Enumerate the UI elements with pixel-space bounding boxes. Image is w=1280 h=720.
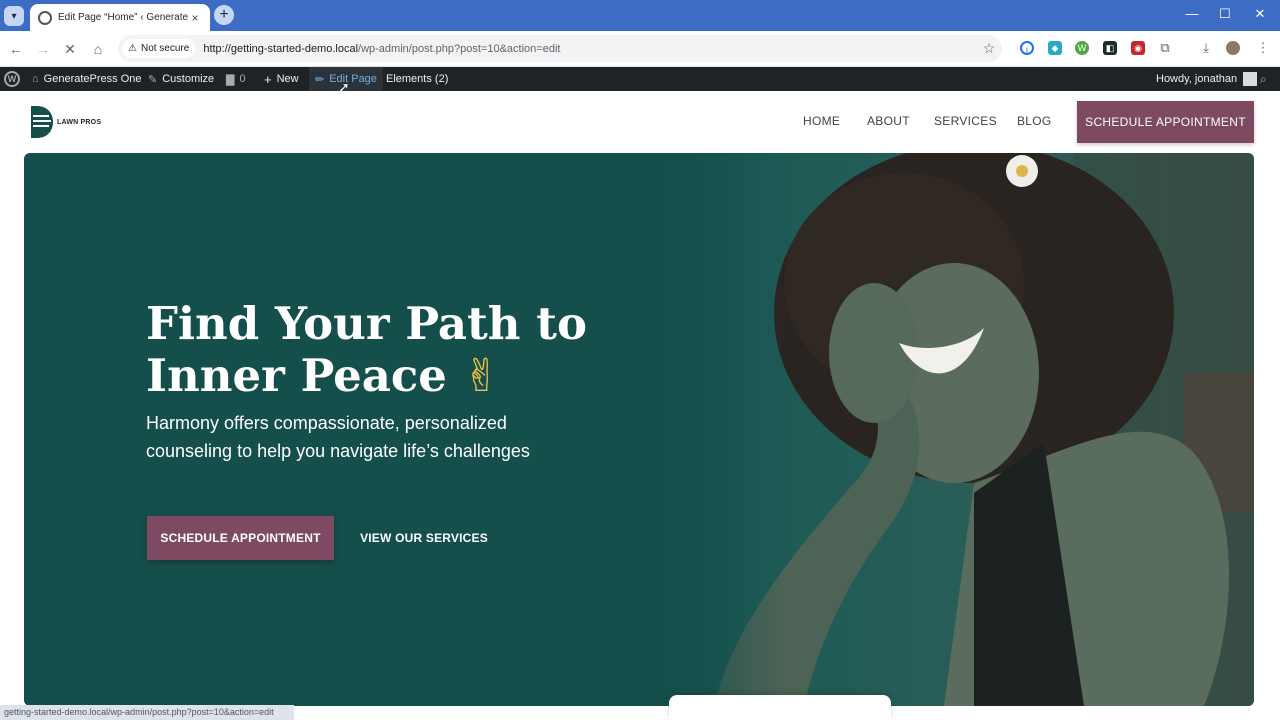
- logo-text: LAWN PROS: [57, 118, 102, 126]
- forward-arrow-icon[interactable]: →: [33, 39, 53, 59]
- nav-services[interactable]: SERVICES: [934, 114, 997, 128]
- hero-title: Find Your Path to Inner Peace ✌: [146, 298, 666, 402]
- admin-search-icon[interactable]: ⌕: [1260, 67, 1267, 91]
- nav-blog[interactable]: BLOG: [1017, 114, 1052, 128]
- wp-logo-menu[interactable]: W: [4, 67, 20, 91]
- browser-tab-strip: ▾ Edit Page “Home” ‹ GeneratePr × + — ☐ …: [0, 0, 1280, 31]
- url-text[interactable]: http://getting-started-demo.local/wp-adm…: [203, 43, 976, 55]
- admin-comments[interactable]: ▇ 0: [226, 67, 246, 91]
- plus-icon: +: [264, 71, 272, 87]
- security-label: Not secure: [140, 43, 190, 54]
- admin-customize[interactable]: ✎ Customize: [148, 67, 214, 91]
- greeting-label: Howdy, jonathan: [1156, 73, 1238, 85]
- browser-toolbar: ← → ✕ ⌂ ⚠ Not secure http://getting-star…: [0, 31, 1280, 67]
- extensions-puzzle-icon[interactable]: ⧉: [1158, 41, 1172, 55]
- address-bar[interactable]: ⚠ Not secure http://getting-started-demo…: [118, 35, 1002, 62]
- extension-ublock-icon[interactable]: ◉: [1131, 41, 1145, 55]
- wordpress-logo-icon: W: [4, 71, 20, 87]
- dashboard-icon: ⌂: [32, 73, 39, 85]
- hero-view-services-button[interactable]: VIEW OUR SERVICES: [354, 516, 494, 560]
- site-name-label: GeneratePress One: [43, 73, 142, 85]
- new-label: New: [276, 73, 299, 85]
- back-arrow-icon[interactable]: ←: [6, 39, 26, 59]
- url-path: /wp-admin/post.php?post=10&action=edit: [358, 42, 561, 55]
- bookmark-star-icon[interactable]: ☆: [976, 40, 1002, 57]
- tab-title: Edit Page “Home” ‹ GeneratePr: [58, 12, 188, 23]
- comments-count: 0: [239, 73, 246, 85]
- customize-label: Customize: [162, 73, 215, 85]
- hero-title-line2: Inner Peace: [146, 349, 447, 402]
- warning-triangle-icon: ⚠: [128, 43, 137, 54]
- home-icon[interactable]: ⌂: [88, 39, 108, 59]
- header-schedule-button[interactable]: SCHEDULE APPOINTMENT: [1077, 101, 1254, 143]
- admin-account[interactable]: Howdy, jonathan: [1156, 67, 1258, 91]
- below-fold-card: [669, 695, 891, 720]
- extension-wordpress-icon[interactable]: W: [1075, 41, 1089, 55]
- extension-bitwarden-icon[interactable]: ◆: [1048, 41, 1062, 55]
- edit-page-label: Edit Page: [329, 73, 377, 85]
- browser-tab-active[interactable]: Edit Page “Home” ‹ GeneratePr ×: [30, 4, 210, 31]
- comment-bubble-icon: ▇: [226, 73, 235, 86]
- search-icon: ⌕: [1260, 71, 1267, 86]
- tab-search-menu-button[interactable]: ▾: [4, 6, 24, 26]
- window-maximize-button[interactable]: ☐: [1215, 6, 1235, 22]
- nav-about[interactable]: ABOUT: [867, 114, 910, 128]
- hero-schedule-button[interactable]: SCHEDULE APPOINTMENT: [147, 516, 334, 560]
- pencil-icon: ✏: [315, 73, 325, 86]
- admin-elements[interactable]: Elements (2): [386, 67, 448, 91]
- profile-avatar-icon[interactable]: [1226, 41, 1240, 55]
- elements-label: Elements (2): [386, 73, 449, 85]
- browser-menu-icon[interactable]: ⋮: [1256, 41, 1270, 55]
- hero-section: Find Your Path to Inner Peace ✌ Harmony …: [24, 153, 1254, 706]
- admin-new[interactable]: + New: [264, 67, 299, 91]
- hero-subtitle: Harmony offers compassionate, personaliz…: [146, 413, 530, 461]
- extension-dark-icon[interactable]: ◧: [1103, 41, 1117, 55]
- tab-close-icon[interactable]: ×: [188, 11, 202, 25]
- downloads-icon[interactable]: ⤓: [1199, 41, 1213, 55]
- logo-mark-icon: [31, 106, 53, 138]
- user-avatar: [1243, 72, 1258, 86]
- stop-loading-icon[interactable]: ✕: [60, 39, 80, 59]
- new-tab-button[interactable]: +: [214, 5, 234, 25]
- hero-photo-fade: [644, 153, 784, 706]
- browser-status-bar: getting-started-demo.local/wp-admin/post…: [0, 705, 294, 720]
- site-logo[interactable]: LAWN PROS: [31, 106, 101, 138]
- peace-hand-icon: ✌: [462, 349, 501, 402]
- url-host: http://getting-started-demo.local: [203, 42, 359, 55]
- hero-title-line1: Find Your Path to: [146, 297, 587, 350]
- wp-admin-bar: W ⌂ GeneratePress One ✎ Customize ▇ 0 + …: [0, 67, 1280, 91]
- site-header: LAWN PROS HOME ABOUT SERVICES BLOG SCHED…: [0, 91, 1280, 153]
- wordpress-favicon-icon: [38, 10, 52, 25]
- security-indicator[interactable]: ⚠ Not secure: [122, 39, 196, 58]
- nav-home[interactable]: HOME: [803, 114, 840, 128]
- window-close-button[interactable]: ✕: [1250, 6, 1270, 22]
- window-minimize-button[interactable]: —: [1182, 6, 1202, 21]
- admin-site-name[interactable]: ⌂ GeneratePress One: [32, 67, 142, 91]
- paintbrush-icon: ✎: [148, 73, 158, 86]
- extension-info-icon[interactable]: i: [1020, 41, 1034, 55]
